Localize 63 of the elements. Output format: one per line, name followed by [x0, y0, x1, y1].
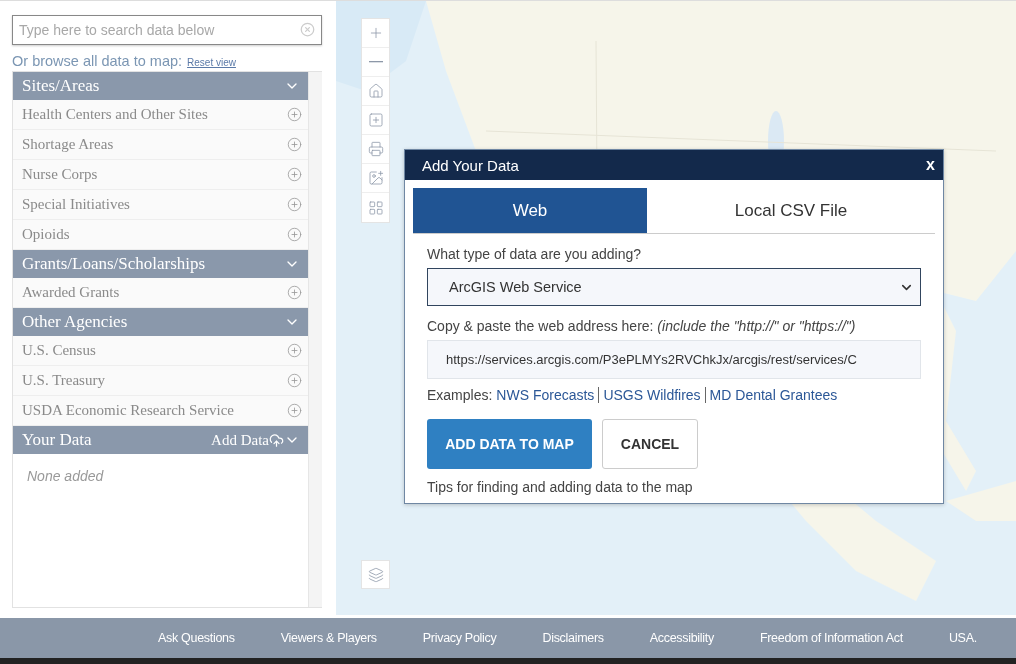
close-button[interactable]: x	[924, 156, 937, 174]
footer-link[interactable]: Accessibility	[649, 631, 714, 645]
example-link[interactable]: MD Dental Grantees	[709, 387, 838, 403]
home-icon	[367, 83, 384, 99]
add-icon[interactable]	[287, 403, 302, 418]
clear-icon[interactable]	[300, 22, 315, 37]
section-title: Other Agencies	[22, 312, 129, 332]
grid-icon	[367, 199, 384, 216]
add-icon[interactable]	[287, 227, 302, 242]
example-link[interactable]: USGS Wildfires	[603, 387, 701, 403]
footer-link[interactable]: Disclaimers	[542, 631, 604, 645]
add-icon[interactable]	[287, 285, 302, 300]
add-icon[interactable]	[287, 373, 302, 388]
section-title: Grants/Loans/Scholarships	[22, 254, 207, 274]
layers-icon	[367, 566, 384, 583]
tips-text: Tips for finding and adding data to the map	[427, 479, 694, 495]
layers-button[interactable]	[361, 560, 390, 589]
dialog-title: Add Your Data	[422, 156, 520, 174]
footer-link[interactable]: Ask Questions	[158, 631, 235, 645]
footer-link[interactable]: Privacy Policy	[422, 631, 497, 645]
image-icon	[367, 170, 384, 186]
square-plus-icon	[367, 112, 384, 128]
section-title: Sites/Areas	[22, 76, 101, 96]
layer-item[interactable]: Health Centers and Other Sites	[13, 100, 308, 130]
add-data-button[interactable]: ADD DATA TO MAP	[427, 419, 592, 469]
data-type-dropdown[interactable]: ArcGIS Web Service	[427, 268, 921, 306]
field-label: Copy & paste the web address here: (include the "http://" or "https://")	[427, 318, 857, 334]
section-title: Your Data	[22, 430, 93, 450]
scrollbar[interactable]	[308, 72, 322, 607]
layer-item[interactable]: Special Initiatives	[13, 190, 308, 220]
add-icon[interactable]	[287, 107, 302, 122]
minus-icon	[368, 61, 383, 63]
url-input-field[interactable]: https://services.arcgis.com/P3ePLMYs2RVChkJx/arcgis/rest/services/C	[427, 340, 921, 379]
footer-link[interactable]: Viewers & Players	[280, 631, 377, 645]
footer-link[interactable]: Freedom of Information Act	[759, 631, 903, 645]
add-icon[interactable]	[287, 137, 302, 152]
examples-label: Examples:	[427, 387, 493, 403]
section-header[interactable]: Other Agencies	[13, 308, 308, 336]
add-data-link[interactable]: Add Data	[211, 431, 269, 449]
reset-view-link[interactable]: Reset view	[187, 57, 236, 68]
section-header[interactable]: Your Data Add Data	[13, 426, 308, 454]
browse-label: Or browse all data to map:	[12, 53, 183, 69]
tab[interactable]: Web	[413, 188, 647, 233]
example-link[interactable]: NWS Forecasts	[496, 387, 595, 403]
layer-item[interactable]: Opioids	[13, 220, 308, 250]
section-header[interactable]: Sites/Areas	[13, 72, 308, 100]
field-label: What type of data are you adding?	[427, 246, 643, 262]
printer-icon	[367, 141, 384, 157]
layer-item[interactable]: U.S. Census	[13, 336, 308, 366]
add-icon[interactable]	[287, 197, 302, 212]
layer-item[interactable]: USDA Economic Research Service	[13, 396, 308, 426]
search-field[interactable]: Type here to search data below	[12, 15, 322, 45]
add-icon[interactable]	[287, 343, 302, 358]
layer-item[interactable]: Awarded Grants	[13, 278, 308, 308]
layer-item[interactable]: Nurse Corps	[13, 160, 308, 190]
upload-icon	[269, 432, 284, 448]
cancel-button[interactable]: CANCEL	[602, 419, 698, 469]
add-icon[interactable]	[287, 167, 302, 182]
section-header[interactable]: Grants/Loans/Scholarships	[13, 250, 308, 278]
layer-item[interactable]: U.S. Treasury	[13, 366, 308, 396]
footer-link[interactable]: USA.	[948, 631, 977, 645]
empty-text: None added	[26, 467, 105, 486]
layer-item[interactable]: Shortage Areas	[13, 130, 308, 160]
